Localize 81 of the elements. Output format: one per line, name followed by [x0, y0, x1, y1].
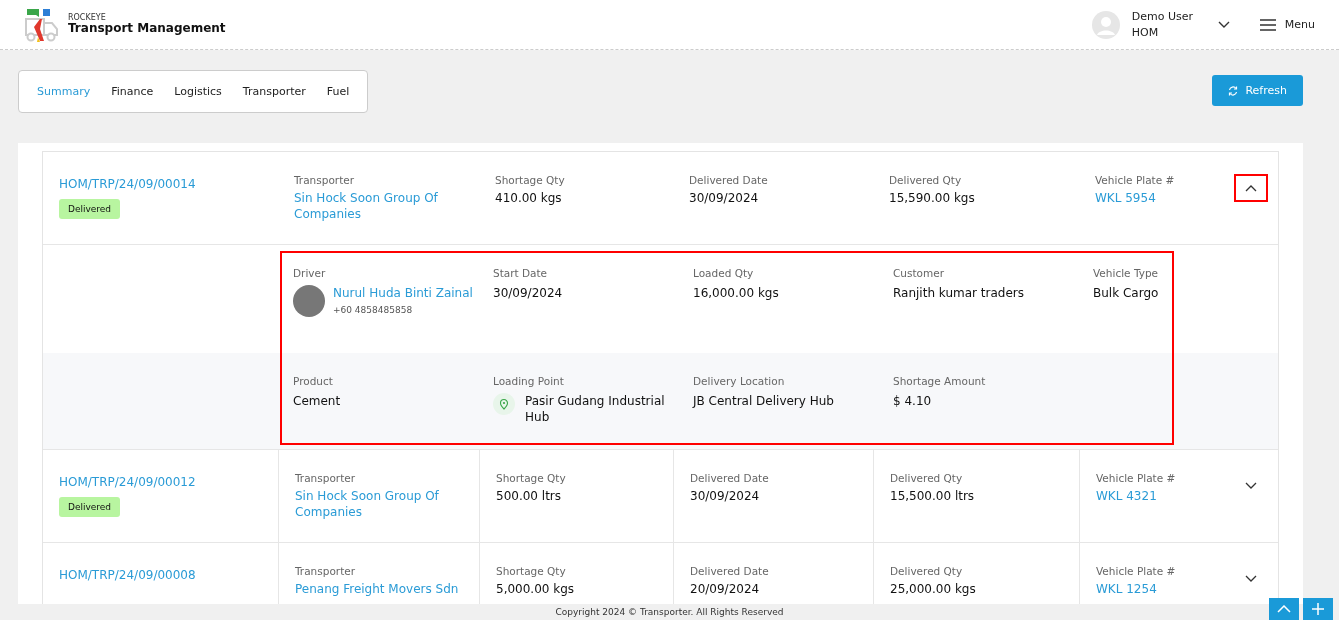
field-label: Transporter — [295, 565, 357, 577]
truck-logo-icon — [22, 6, 60, 43]
field-value: 30/09/2024 — [493, 285, 564, 301]
refresh-button[interactable]: Refresh — [1212, 75, 1303, 106]
field-label: Shortage Qty — [496, 472, 567, 484]
location-pin-icon — [493, 393, 515, 415]
menu-icon — [1259, 18, 1276, 31]
user-avatar-icon — [1091, 10, 1120, 39]
trip-id-link[interactable]: HOM/TRP/24/09/00014 — [59, 177, 262, 191]
field-value: 15,590.00 kgs — [889, 190, 976, 206]
field-label: Loaded Qty — [693, 267, 755, 279]
field-label: Loading Point — [493, 375, 565, 387]
field-label: Delivered Date — [689, 174, 769, 186]
chevron-icon — [1245, 184, 1257, 192]
chevron-icon — [1245, 575, 1257, 583]
plus-icon — [1312, 603, 1324, 615]
user-name: Demo User — [1131, 8, 1195, 25]
brand-name: ROCKEYE — [68, 13, 107, 23]
field-label: Vehicle Type — [1093, 267, 1159, 279]
field-value: 25,000.00 kgs — [890, 581, 977, 597]
copyright-text: Copyright 2024 © Transporter. All Rights Reserved — [555, 607, 784, 617]
field-label: Start Date — [493, 267, 549, 279]
field-label: Vehicle Plate # — [1096, 472, 1177, 484]
field-label: Delivered Date — [690, 565, 770, 577]
chevron-icon — [1245, 482, 1257, 490]
field-label: Delivered Qty — [889, 174, 963, 186]
trip-id-link[interactable]: HOM/TRP/24/09/00008 — [59, 568, 262, 582]
chevron-up-icon — [1277, 605, 1291, 613]
field-value: 410.00 kgs — [495, 190, 563, 206]
field-link[interactable]: WKL 4321 — [1096, 488, 1262, 504]
field-value: Ranjith kumar traders — [893, 285, 1025, 301]
field-value: Cement — [293, 393, 342, 409]
refresh-icon — [1228, 85, 1239, 96]
field-label: Vehicle Plate # — [1095, 174, 1176, 186]
status-badge: Delivered — [59, 199, 121, 219]
menu-button[interactable]: Menu — [1259, 18, 1315, 31]
field-label: Transporter — [294, 174, 356, 186]
field-link[interactable]: Sin Hock Soon Group Of Companies — [295, 488, 463, 520]
field-label: Delivered Qty — [890, 472, 964, 484]
field-label: Shortage Amount — [893, 375, 987, 387]
chevron-down-icon[interactable] — [1217, 20, 1230, 29]
field-value: Bulk Cargo — [1093, 285, 1160, 301]
tab[interactable]: Fuel — [326, 85, 350, 98]
field-value: 16,000.00 kgs — [693, 285, 780, 301]
field-value: 15,500.00 ltrs — [890, 488, 976, 504]
field-label: Driver — [293, 267, 327, 279]
app-title: Transport Management — [68, 22, 226, 36]
field-value: JB Central Delivery Hub — [693, 393, 835, 409]
field-label: Product — [293, 375, 334, 387]
driver-phone: +60 4858485858 — [333, 305, 414, 315]
field-value: 20/09/2024 — [690, 581, 761, 597]
field-label: Shortage Qty — [496, 565, 567, 577]
field-label: Delivered Qty — [890, 565, 964, 577]
field-label: Vehicle Plate # — [1096, 565, 1177, 577]
field-label: Delivery Location — [693, 375, 786, 387]
field-link[interactable]: WKL 1254 — [1096, 581, 1262, 597]
user-role: HOM — [1131, 24, 1160, 41]
field-value: $ 4.10 — [893, 393, 933, 409]
field-link[interactable]: WKL 5954 — [1095, 190, 1262, 206]
driver-name-link[interactable]: Nurul Huda Binti Zainal — [333, 285, 473, 301]
tab[interactable]: Finance — [111, 85, 154, 98]
field-label: Delivered Date — [690, 472, 770, 484]
field-value: 5,000.00 kgs — [496, 581, 576, 597]
tab[interactable]: Transporter — [242, 85, 306, 98]
add-button[interactable] — [1303, 598, 1333, 620]
tab[interactable]: Logistics — [174, 85, 222, 98]
scroll-top-button[interactable] — [1269, 598, 1299, 620]
driver-photo-placeholder — [293, 285, 325, 317]
field-value: 30/09/2024 — [689, 190, 760, 206]
field-label: Customer — [893, 267, 945, 279]
trip-id-link[interactable]: HOM/TRP/24/09/00012 — [59, 475, 262, 489]
field-label: Transporter — [295, 472, 357, 484]
field-label: Shortage Qty — [495, 174, 566, 186]
field-value: 30/09/2024 — [690, 488, 761, 504]
field-link[interactable]: Penang Freight Movers Sdn — [295, 581, 463, 597]
expand-toggle-button[interactable] — [1234, 174, 1268, 202]
field-link[interactable]: Sin Hock Soon Group Of Companies — [294, 190, 463, 222]
field-value: Pasir Gudang Industrial Hub — [525, 393, 666, 425]
tab[interactable]: Summary — [37, 85, 91, 98]
field-value: 500.00 ltrs — [496, 488, 563, 504]
status-badge: Delivered — [59, 497, 121, 517]
